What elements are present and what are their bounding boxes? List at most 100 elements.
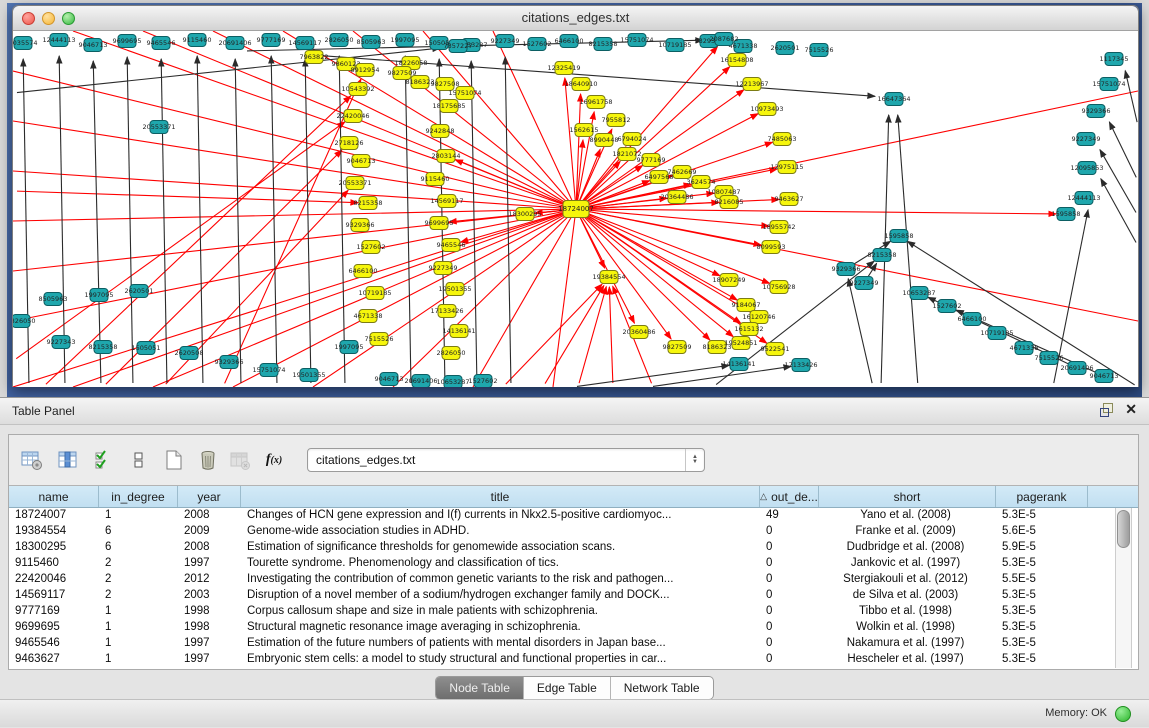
table-row[interactable]: 969969511998Structural magnetic resonanc… [9, 620, 1138, 636]
column-header-short[interactable]: short [819, 486, 996, 507]
row-height-icon[interactable] [125, 447, 151, 473]
table-cell: 9777169 [9, 604, 99, 620]
delete-columns-icon[interactable] [195, 447, 221, 473]
graph-edge [579, 287, 606, 384]
table-cell: 1 [99, 604, 178, 620]
zoom-window-button[interactable] [62, 12, 75, 25]
graph-edge [197, 56, 203, 383]
table-cell: Tourette syndrome. Phenomenology and cla… [241, 556, 760, 572]
graph-node-label: 6466100 [958, 315, 987, 323]
graph-node-label: 18955742 [762, 223, 795, 231]
graph-edge [1109, 122, 1136, 177]
graph-node-label: 12444113 [42, 36, 75, 44]
show-columns-icon[interactable] [55, 447, 81, 473]
table-row[interactable]: 946554611997Estimation of the future num… [9, 636, 1138, 652]
graph-node-label: 14569117 [430, 197, 463, 205]
column-header-in_degree[interactable]: in_degree [99, 486, 178, 507]
table-cell: 18300295 [9, 540, 99, 556]
graph-node-label: 2620501 [125, 287, 154, 295]
table-cell: Dudbridge et al. (2008) [819, 540, 996, 556]
graph-node-label: 9465546 [147, 39, 176, 47]
column-header-label: in_degree [111, 490, 164, 504]
graph-node-label: 9329366 [832, 265, 861, 273]
column-header-pagerank[interactable]: pagerank [996, 486, 1088, 507]
close-window-button[interactable] [22, 12, 35, 25]
graph-node-label: 2803144 [432, 152, 461, 160]
table-cell: 1997 [178, 556, 241, 572]
table-row[interactable]: 946362711997Embryonic stem cells: a mode… [9, 652, 1138, 668]
delete-table-icon[interactable] [227, 447, 253, 473]
column-header-label: short [894, 490, 921, 504]
table-options-icon[interactable] [19, 447, 45, 473]
float-panel-icon[interactable] [1100, 403, 1113, 416]
table-cell: 9463627 [9, 652, 99, 668]
graph-node-label: 14136141 [442, 327, 475, 335]
graph-node-label: 20360486 [622, 328, 655, 336]
graph-edge [553, 209, 576, 387]
table-row[interactable]: 911546021997Tourette syndrome. Phenomeno… [9, 556, 1138, 572]
graph-node-label: 19384554 [592, 273, 625, 281]
table-cell: 1 [99, 508, 178, 524]
table-cell: Wolkin et al. (1998) [819, 620, 996, 636]
citation-graph[interactable]: 4035574124441139046713969969594655469115… [13, 31, 1138, 387]
network-canvas[interactable]: 4035574124441139046713969969594655469115… [13, 31, 1138, 387]
column-header-label: year [197, 490, 220, 504]
graph-edge [339, 56, 345, 383]
column-header-name[interactable]: name [9, 486, 99, 507]
graph-node-label: 1527602 [523, 40, 552, 48]
graph-edge [1125, 71, 1137, 122]
table-panel-title: Table Panel [0, 398, 1149, 424]
table-select[interactable]: citations_edges.txt ▲▼ [307, 448, 705, 472]
network-window[interactable]: citations_edges.txt 40355741244411390467… [12, 5, 1139, 387]
table-cell: 6 [99, 540, 178, 556]
graph-node-label: 7485063 [768, 135, 797, 143]
tab-network-table[interactable]: Network Table [611, 677, 713, 699]
minimize-window-button[interactable] [42, 12, 55, 25]
table-cell: 19384554 [9, 524, 99, 540]
graph-node-label: 9227349 [491, 37, 520, 45]
graph-edge [609, 287, 612, 383]
graph-node-label: 20364486 [660, 193, 693, 201]
graph-node-label: 9777169 [637, 156, 666, 164]
graph-node-label: 9046713 [79, 41, 108, 49]
graph-edge [848, 279, 872, 383]
table-row[interactable]: 2242004622012Investigating the contribut… [9, 572, 1138, 588]
network-window-titlebar[interactable]: citations_edges.txt [13, 6, 1138, 31]
graph-node-label: 1997095 [85, 291, 114, 299]
table-row[interactable]: 1938455462009Genome-wide association stu… [9, 524, 1138, 540]
graph-node-label: 7515526 [805, 46, 834, 54]
graph-node-label: 9115460 [183, 36, 212, 44]
select-columns-icon[interactable] [91, 447, 117, 473]
column-header-title[interactable]: title [241, 486, 760, 507]
graph-node-label: 7515526 [1035, 354, 1064, 362]
table-row[interactable]: 1456911722003Disruption of a novel membe… [9, 588, 1138, 604]
graph-node-label: 9227349 [429, 264, 458, 272]
graph-node-label: 1117345 [1100, 55, 1129, 63]
graph-node-label: 9463627 [775, 195, 804, 203]
tab-edge-table[interactable]: Edge Table [524, 677, 611, 699]
column-header-out_de[interactable]: △out_de... [760, 486, 819, 507]
graph-node-label: 9329366 [215, 358, 244, 366]
network-view-background: citations_edges.txt 40355741244411390467… [7, 3, 1142, 397]
column-header-year[interactable]: year [178, 486, 241, 507]
graph-node-label: 18226058 [394, 59, 427, 67]
table-row[interactable]: 977716911998Corpus callosum shape and si… [9, 604, 1138, 620]
graph-edge [580, 209, 1056, 214]
close-panel-icon[interactable]: ✕ [1125, 403, 1137, 416]
graph-node-label: 8505963 [39, 295, 68, 303]
table-cell: 0 [760, 588, 819, 604]
graph-node-label: 20553371 [142, 123, 175, 131]
graph-edge [565, 78, 576, 205]
table-row[interactable]: 1872400712008Changes of HCN gene express… [9, 508, 1138, 524]
table-row[interactable]: 1830029562008Estimation of significance … [9, 540, 1138, 556]
vertical-scrollbar[interactable] [1115, 508, 1132, 668]
function-builder-icon[interactable]: f(x) [261, 447, 287, 473]
table-cell: 6 [99, 524, 178, 540]
graph-edge [235, 59, 241, 383]
scrollbar-thumb[interactable] [1117, 510, 1130, 548]
graph-edge [898, 115, 918, 383]
create-column-icon[interactable] [161, 447, 187, 473]
tab-node-table[interactable]: Node Table [436, 677, 524, 699]
table-cell: 49 [760, 508, 819, 524]
graph-edge [505, 57, 511, 383]
